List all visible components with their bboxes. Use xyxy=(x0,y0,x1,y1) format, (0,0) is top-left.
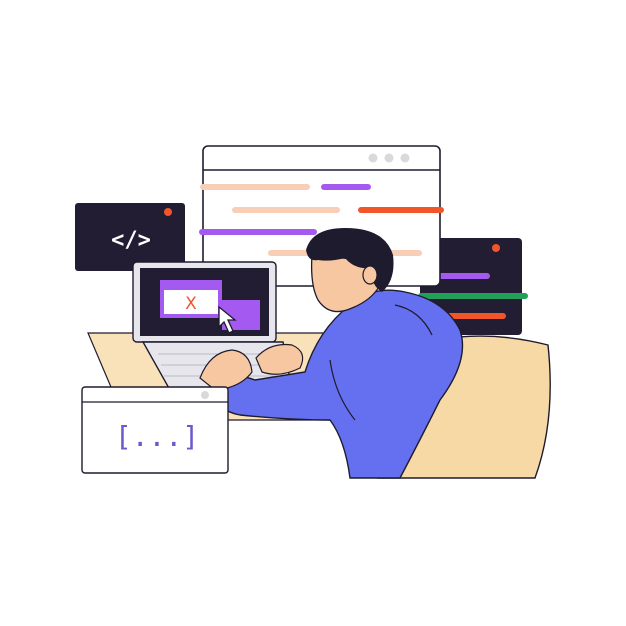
illustration-canvas: </> X [...] xyxy=(75,145,551,479)
window-dot-icon xyxy=(400,153,410,163)
code-badge-window: </> xyxy=(75,203,185,271)
code-line xyxy=(418,293,528,299)
code-line xyxy=(358,207,444,213)
window-dot-icon xyxy=(164,208,172,216)
window-dot-icon xyxy=(384,153,394,163)
snippet-window: [...] xyxy=(81,386,229,474)
snippet-brackets-icon: [...] xyxy=(115,420,199,453)
code-line xyxy=(268,250,310,256)
ear xyxy=(362,265,378,285)
code-line xyxy=(200,184,310,190)
window-dot-icon xyxy=(368,153,378,163)
error-x-icon: X xyxy=(185,294,197,314)
code-line xyxy=(438,273,490,279)
code-tag-icon: </> xyxy=(111,228,151,253)
window-dot-icon xyxy=(492,244,500,252)
code-line xyxy=(232,207,340,213)
code-line xyxy=(199,229,317,235)
window-dot-icon xyxy=(201,391,209,399)
code-line xyxy=(321,184,371,190)
developer-illustration: </> X [...] xyxy=(0,0,626,626)
